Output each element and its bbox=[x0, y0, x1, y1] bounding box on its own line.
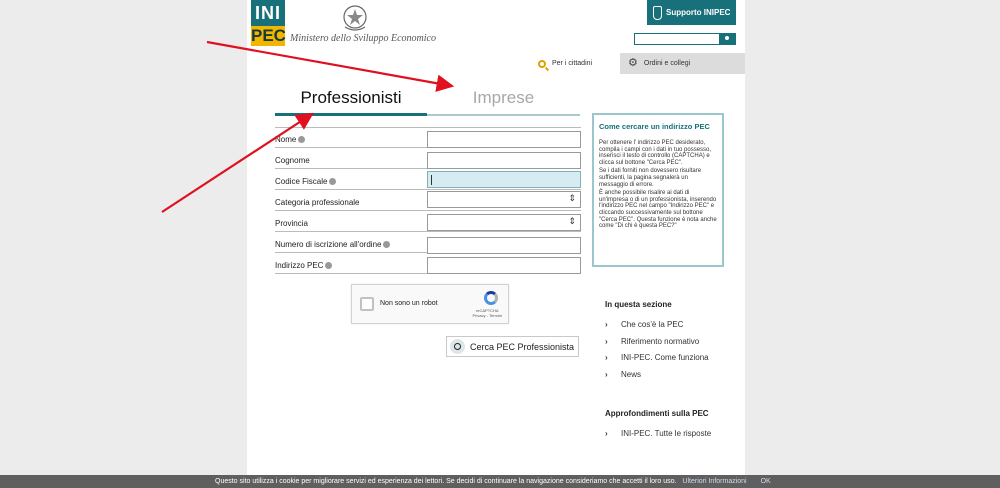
recaptcha-label: Non sono un robot bbox=[380, 300, 438, 307]
tab-professionisti[interactable]: Professionisti bbox=[275, 88, 427, 108]
tab-professionisti-indicator bbox=[275, 113, 427, 116]
numero-iscrizione-label: Numero di iscrizione all'ordine bbox=[275, 240, 391, 249]
nav-ordini-e-collegi[interactable]: ⚙ Ordini e collegi bbox=[620, 53, 745, 74]
section-link-tutte-risposte[interactable]: › INI-PEC. Tutte le risposte bbox=[605, 429, 711, 438]
nav-cittadini-label: Per i cittadini bbox=[552, 60, 593, 67]
cookie-banner: Questo sito utilizza i cookie per miglio… bbox=[0, 475, 1000, 488]
info-icon[interactable] bbox=[329, 178, 337, 185]
categoria-label: Categoria professionale bbox=[275, 198, 360, 207]
numero-iscrizione-input[interactable] bbox=[427, 237, 581, 254]
tab-imprese[interactable]: Imprese bbox=[427, 88, 580, 108]
cerca-pec-button[interactable]: Cerca PEC Professionista bbox=[446, 336, 579, 357]
search-icon bbox=[538, 59, 546, 68]
cognome-input[interactable] bbox=[427, 152, 581, 169]
section-link-news[interactable]: › News bbox=[605, 370, 641, 379]
chevron-right-icon: › bbox=[605, 429, 608, 438]
provincia-select[interactable] bbox=[427, 214, 581, 231]
cookie-ok-button[interactable]: OK bbox=[761, 478, 771, 485]
categoria-select[interactable] bbox=[427, 191, 581, 208]
search-icon bbox=[450, 339, 465, 354]
recaptcha-links[interactable]: Privacy - Termini bbox=[473, 313, 503, 318]
hand-pointer-icon bbox=[653, 5, 662, 20]
chevron-right-icon: › bbox=[605, 370, 608, 379]
support-button[interactable]: Supporto INIPEC bbox=[647, 0, 736, 25]
section-link-come-funziona[interactable]: › INI-PEC. Come funziona bbox=[605, 353, 709, 362]
tab-imprese-indicator bbox=[427, 114, 580, 116]
recaptcha-widget: Non sono un robot reCAPTCHA Privacy - Ter… bbox=[351, 284, 509, 324]
inipec-logo-top[interactable]: INI bbox=[251, 0, 285, 26]
section-heading-approfondimenti: Approfondimenti sulla PEC bbox=[605, 409, 709, 418]
help-box: Come cercare un indirizzo PEC Per ottene… bbox=[592, 113, 724, 267]
info-icon[interactable] bbox=[383, 241, 391, 248]
cognome-label: Cognome bbox=[275, 156, 310, 165]
help-paragraph: È anche possibile risalire ai dati di un… bbox=[599, 190, 717, 230]
info-icon[interactable] bbox=[325, 262, 333, 269]
indirizzo-pec-input[interactable] bbox=[427, 257, 581, 274]
chevron-right-icon: › bbox=[605, 353, 608, 362]
nome-input[interactable] bbox=[427, 131, 581, 148]
chevron-right-icon: › bbox=[605, 320, 608, 329]
help-title: Come cercare un indirizzo PEC bbox=[599, 122, 710, 131]
recaptcha-logo-icon bbox=[484, 291, 498, 305]
search-submit-button[interactable] bbox=[719, 33, 736, 45]
nav-per-i-cittadini[interactable]: Per i cittadini bbox=[528, 53, 620, 74]
gear-icon: ⚙ bbox=[628, 57, 638, 69]
ministry-name: Ministero dello Sviluppo Economico bbox=[290, 33, 436, 44]
indirizzo-pec-label: Indirizzo PEC bbox=[275, 261, 333, 270]
info-icon[interactable] bbox=[298, 136, 306, 143]
codice-fiscale-input[interactable] bbox=[427, 171, 581, 188]
recaptcha-brand: reCAPTCHA Privacy - Termini bbox=[472, 308, 503, 318]
inipec-logo-bottom[interactable]: PEC bbox=[251, 26, 286, 46]
nav-ordini-label: Ordini e collegi bbox=[643, 60, 691, 67]
nome-label: Nome bbox=[275, 135, 306, 144]
recaptcha-checkbox[interactable] bbox=[360, 297, 374, 311]
section-link-che-cose[interactable]: › Che cos'è la PEC bbox=[605, 320, 683, 329]
help-paragraph: Se i dati forniti non dovessero risultar… bbox=[599, 168, 702, 188]
provincia-label: Provincia bbox=[275, 219, 308, 228]
chevron-right-icon: › bbox=[605, 337, 608, 346]
help-paragraph: Per ottenere l' indirizzo PEC desiderato… bbox=[599, 140, 712, 166]
section-heading: In questa sezione bbox=[605, 300, 672, 309]
cerca-pec-label: Cerca PEC Professionista bbox=[470, 341, 575, 352]
support-label: Supporto INIPEC bbox=[666, 8, 731, 17]
republic-emblem-icon bbox=[343, 5, 367, 31]
codice-fiscale-label: Codice Fiscale bbox=[275, 177, 337, 186]
section-link-riferimento[interactable]: › Riferimento normativo bbox=[605, 337, 699, 346]
cookie-more-link[interactable]: Ulteriori Informazioni bbox=[682, 478, 746, 485]
cookie-text: Questo sito utilizza i cookie per miglio… bbox=[215, 478, 677, 485]
